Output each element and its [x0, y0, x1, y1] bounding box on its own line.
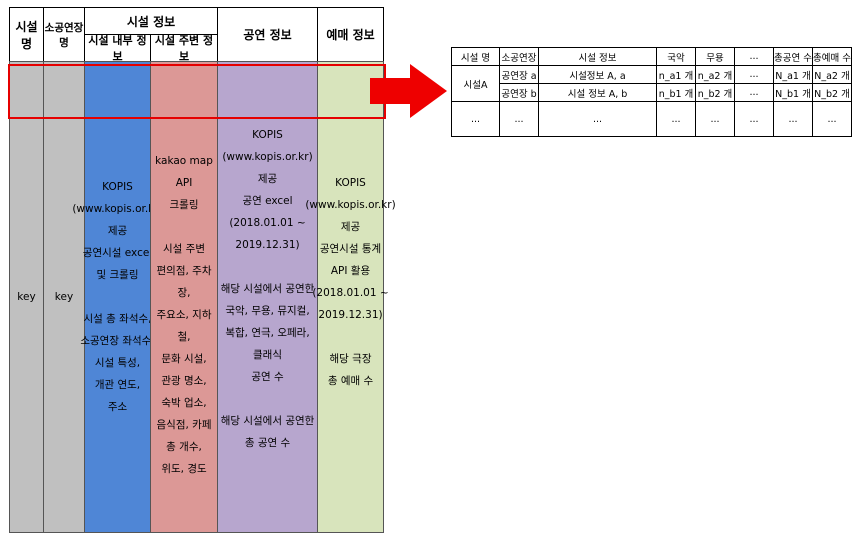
table-cell: n_b1 개 — [656, 83, 696, 102]
header-small-theater-name: 소공연장명 — [43, 7, 85, 62]
table-cell: ... — [451, 101, 500, 137]
table-cell: N_b2 개 — [812, 83, 852, 102]
result-header-cell: 총예매 수 — [812, 47, 852, 66]
table-cell: ... — [656, 101, 696, 137]
table-cell: ... — [812, 101, 852, 137]
table-cell: 시설정보 A, a — [538, 65, 657, 84]
table-cell: ... — [773, 101, 813, 137]
result-table: 시설 명 소공연장 시설 정보 국악 무용 ... 총공연 수 총예매 수 시설… — [451, 47, 852, 137]
result-header-cell: ... — [734, 47, 774, 66]
header-internal-info: 시설 내부 정보 — [84, 34, 151, 63]
table-cell: ... — [734, 101, 774, 137]
result-header-cell: 시설 정보 — [538, 47, 657, 66]
result-facility-cell: 시설A — [451, 65, 500, 102]
column-internal-info: KOPIS (www.kopis.or.kr) 제공 공연시설 excel 및 … — [72, 61, 163, 533]
table-cell: n_a1 개 — [656, 65, 696, 84]
table-cell: ... — [538, 101, 657, 137]
table-cell: ... — [499, 101, 539, 137]
table-cell: n_a2 개 — [695, 65, 735, 84]
table-cell: 공연장 a — [499, 65, 539, 84]
result-header-cell: 시설 명 — [451, 47, 500, 66]
result-header-cell: 소공연장 — [499, 47, 539, 66]
table-row: 시설A 공연장 a 시설정보 A, a n_a1 개 n_a2 개 ... N_… — [451, 65, 852, 102]
table-cell: N_b1 개 — [773, 83, 813, 102]
result-header-cell: 국악 — [656, 47, 696, 66]
table-cell: N_a1 개 — [773, 65, 813, 84]
table-cell: 공연장 b — [499, 83, 539, 102]
result-header-row: 시설 명 소공연장 시설 정보 국악 무용 ... 총공연 수 총예매 수 — [451, 47, 852, 66]
table-row: 공연장 b 시설 정보 A, b n_b1 개 n_b2 개 ... N_b1 … — [452, 83, 852, 102]
highlight-row-box — [8, 64, 386, 119]
result-header-cell: 무용 — [695, 47, 735, 66]
column-booking-info: KOPIS (www.kopis.or.kr) 제공 공연시설 통계 API 활… — [305, 61, 396, 533]
header-booking-info: 예매 정보 — [317, 7, 384, 62]
header-surrounding-info: 시설 주변 정보 — [150, 34, 218, 63]
header-facility-name: 시설 명 — [9, 7, 44, 62]
table-cell: ... — [734, 83, 774, 102]
column-facility-name-key: key — [9, 61, 44, 533]
result-header-cell: 총공연 수 — [773, 47, 813, 66]
table-cell: ... — [734, 65, 774, 84]
column-surrounding-info: kakao map API 크롤링 시설 주변 편의점, 주차장, 주요소, 지… — [150, 61, 218, 533]
header-facility-info: 시설 정보 — [84, 7, 218, 35]
table-cell: ... — [695, 101, 735, 137]
column-performance-info: KOPIS (www.kopis.or.kr) 제공 공연 excel (201… — [217, 61, 318, 533]
table-cell: 시설 정보 A, b — [538, 83, 657, 102]
right-arrow-icon — [370, 64, 447, 118]
table-cell: n_b2 개 — [695, 83, 735, 102]
header-performance-info: 공연 정보 — [217, 7, 318, 62]
table-row-ellipsis: ... ... ... ... ... ... ... ... — [451, 101, 852, 137]
table-cell: N_a2 개 — [812, 65, 852, 84]
